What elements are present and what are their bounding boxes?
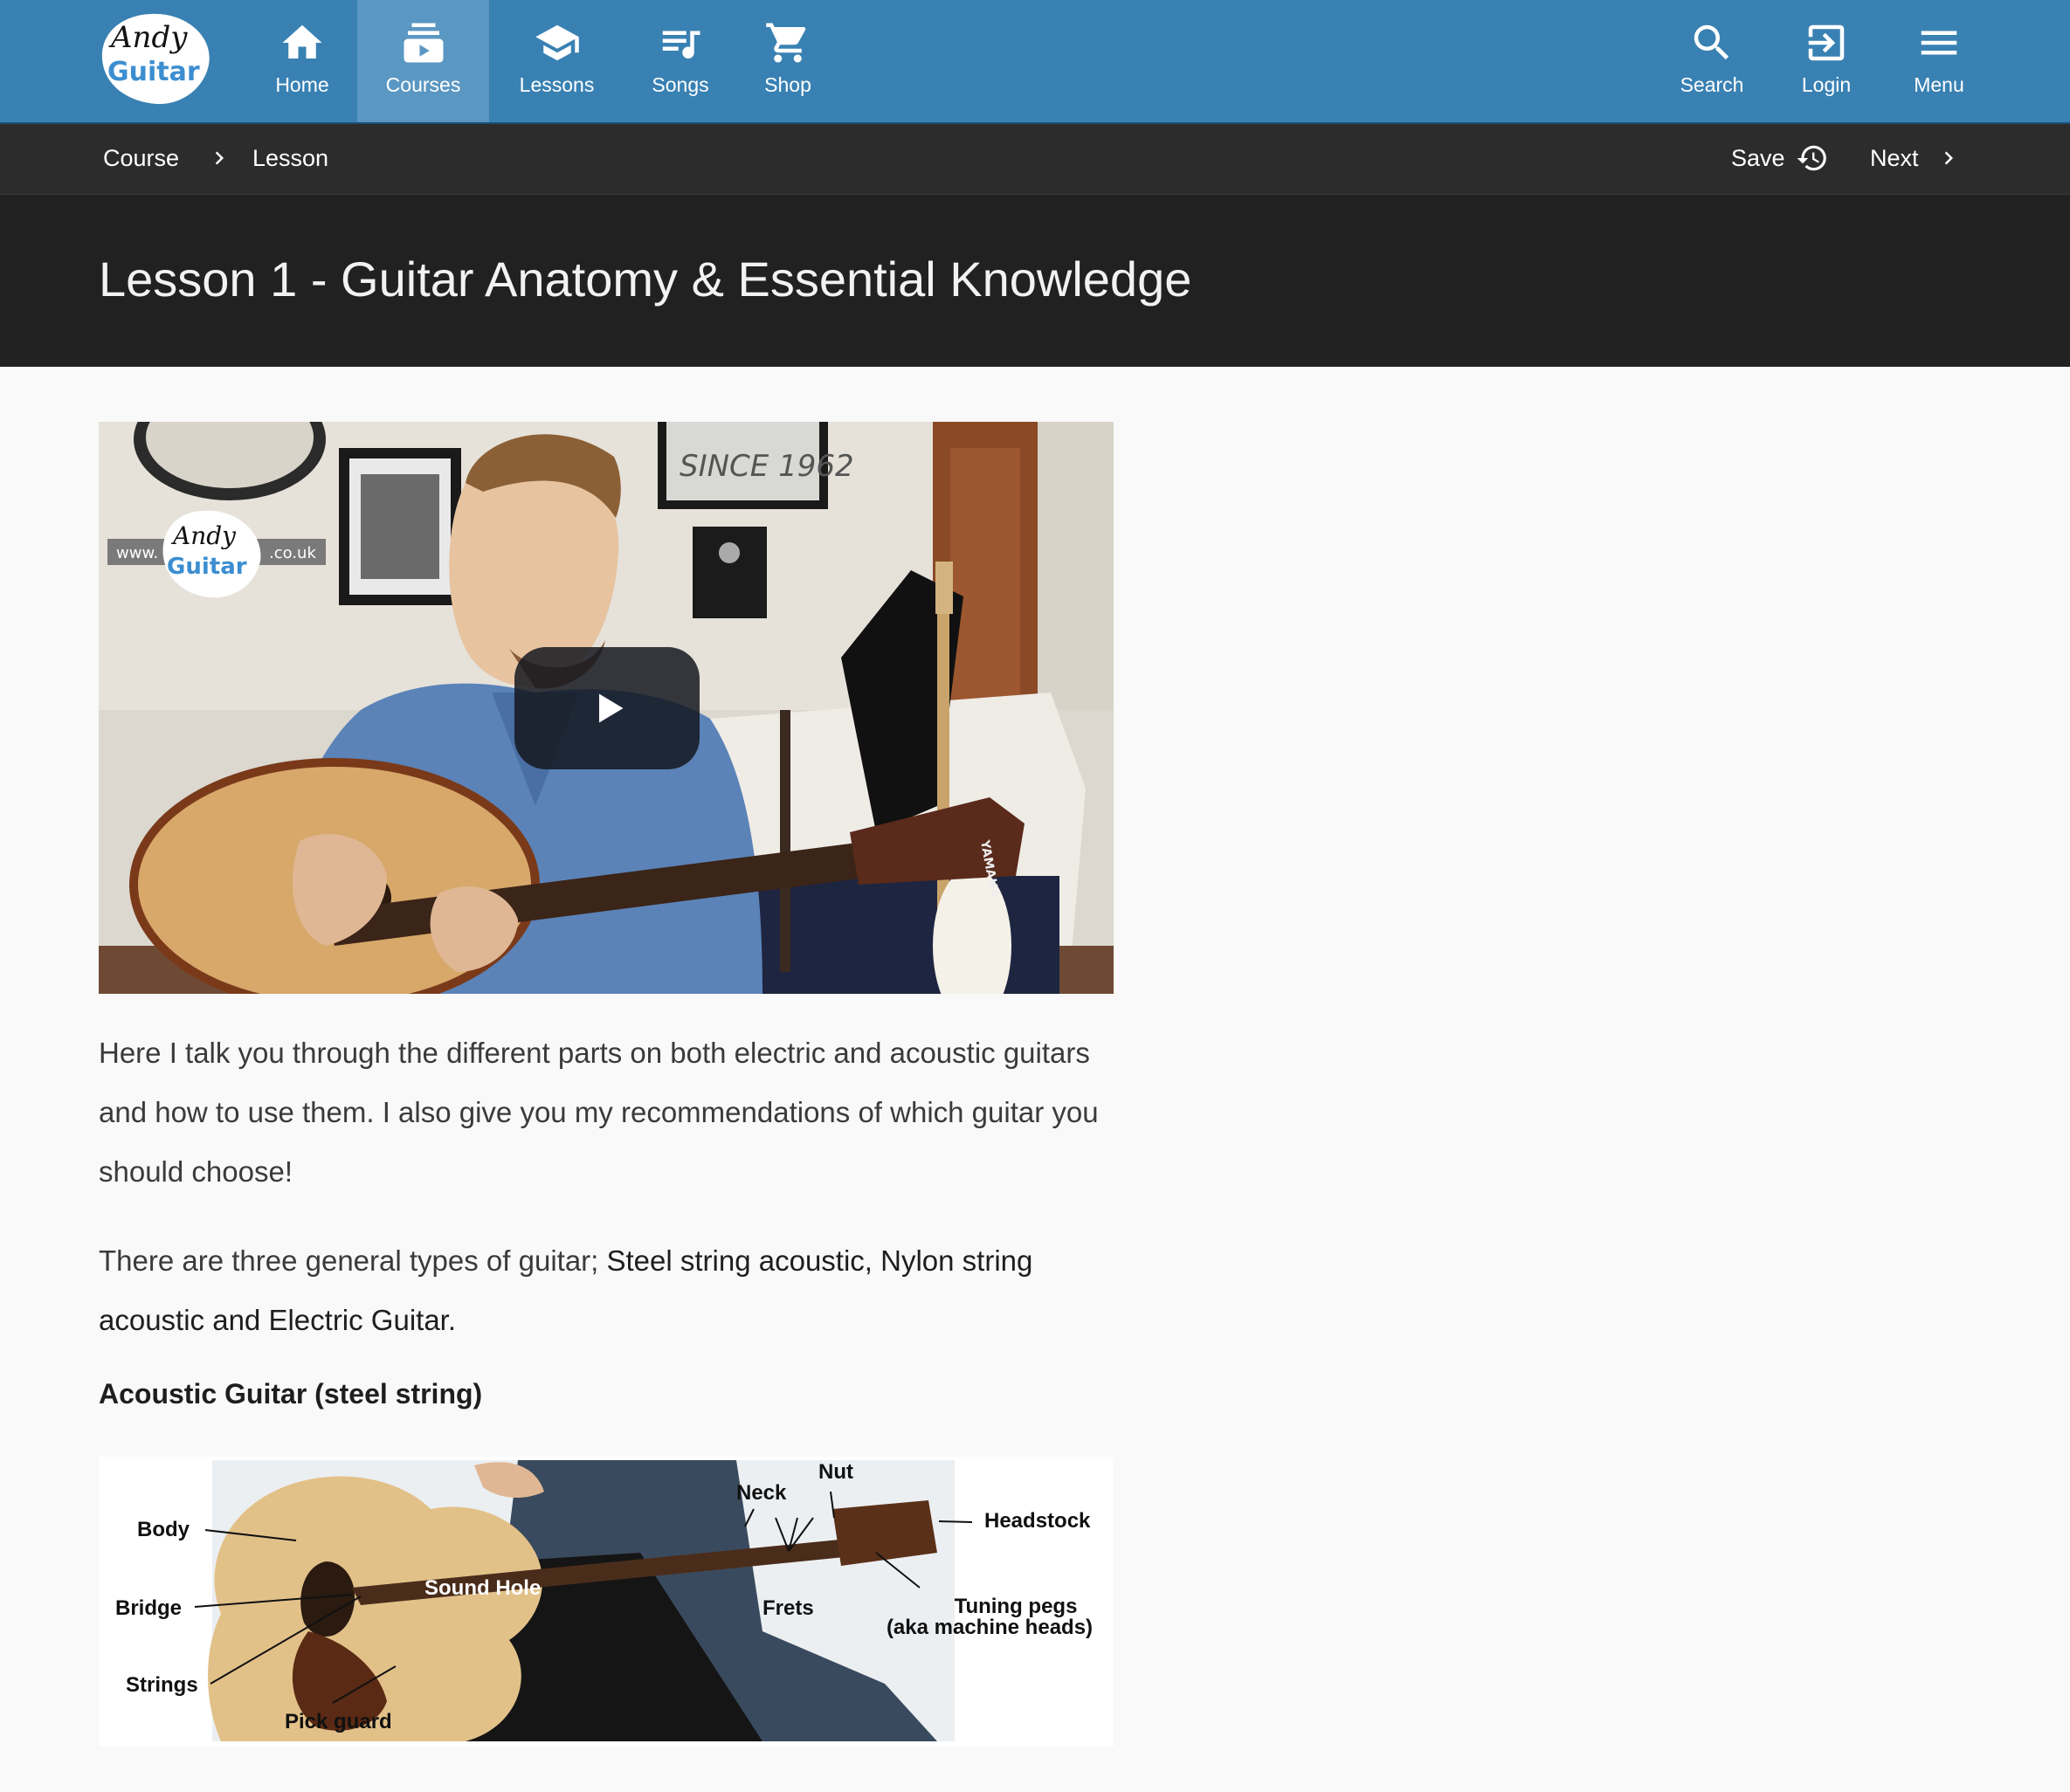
- nav-lessons-label: Lessons: [519, 73, 595, 96]
- chevron-right-icon: [215, 151, 224, 165]
- nav-login-label: Login: [1801, 73, 1852, 96]
- menu-icon: [1921, 31, 1957, 55]
- svg-text:Guitar: Guitar: [167, 554, 247, 580]
- svg-text:Andy: Andy: [108, 20, 188, 55]
- section-heading: Acoustic Guitar (steel string): [99, 1378, 483, 1409]
- nav-search-label: Search: [1680, 73, 1744, 96]
- nav-home-label: Home: [275, 73, 329, 96]
- nav-courses-label: Courses: [385, 73, 461, 96]
- title-bar: Lesson 1 - Guitar Anatomy & Essential Kn…: [0, 194, 2070, 367]
- play-icon: [599, 693, 624, 723]
- nav-login[interactable]: Login: [1792, 0, 1860, 122]
- breadcrumb: Course Lesson Save Next: [0, 122, 2070, 194]
- label-pick-guard: Pick guard: [285, 1710, 392, 1733]
- save-label: Save: [1731, 145, 1785, 171]
- svg-text:SINCE 1962: SINCE 1962: [680, 449, 854, 484]
- nav-shop[interactable]: Shop: [751, 0, 825, 122]
- label-nut: Nut: [818, 1460, 853, 1484]
- lesson-video[interactable]: SINCE 1962 YAMAHA www. .co.uk Andy Guita…: [99, 422, 1114, 994]
- history-icon: [1797, 145, 1826, 171]
- label-tuning-pegs: Tuning pegs: [954, 1595, 1078, 1618]
- label-frets: Frets: [762, 1596, 814, 1620]
- next-label: Next: [1870, 145, 1919, 171]
- nav-songs[interactable]: Songs: [642, 0, 719, 122]
- svg-text:Guitar: Guitar: [107, 57, 200, 87]
- search-icon: [1694, 24, 1729, 60]
- label-headstock: Headstock: [984, 1509, 1091, 1533]
- nav-lessons[interactable]: Lessons: [510, 0, 604, 122]
- nav-menu-label: Menu: [1914, 73, 1964, 96]
- nav-home[interactable]: Home: [262, 0, 342, 122]
- label-strings: Strings: [126, 1673, 198, 1697]
- nav-menu[interactable]: Menu: [1897, 0, 1981, 122]
- guitar-types-paragraph: There are three general types of guitar;…: [99, 1231, 1112, 1350]
- courses-icon: [404, 23, 443, 63]
- songs-icon: [662, 31, 700, 59]
- label-neck: Neck: [736, 1481, 787, 1505]
- page-title: Lesson 1 - Guitar Anatomy & Essential Kn…: [99, 252, 1192, 307]
- label-body: Body: [137, 1518, 190, 1541]
- chevron-right-icon: [1944, 151, 1953, 165]
- login-icon: [1808, 24, 1845, 61]
- label-bridge: Bridge: [115, 1596, 183, 1620]
- svg-text:www.: www.: [116, 544, 158, 562]
- next-button[interactable]: Next: [1870, 124, 1957, 194]
- lesson-description: Here I talk you through the different pa…: [99, 1037, 1099, 1188]
- nav-shop-label: Shop: [764, 73, 811, 96]
- play-button[interactable]: [514, 647, 700, 769]
- top-nav: Andy Guitar Home Courses Lessons Songs S…: [0, 0, 2070, 122]
- cart-icon: [766, 23, 806, 63]
- nav-courses[interactable]: Courses: [357, 0, 489, 122]
- label-sound-hole: Sound Hole: [424, 1576, 542, 1600]
- lessons-icon: [535, 24, 579, 61]
- nav-songs-label: Songs: [652, 73, 709, 96]
- breadcrumb-lesson[interactable]: Lesson: [252, 145, 328, 172]
- label-machine-heads: (aka machine heads): [886, 1616, 1094, 1639]
- guitar-types-intro: There are three general types of guitar;: [99, 1244, 607, 1277]
- nav-search[interactable]: Search: [1672, 0, 1752, 122]
- breadcrumb-course[interactable]: Course: [103, 145, 179, 172]
- andy-guitar-logo[interactable]: Andy Guitar: [99, 10, 212, 107]
- svg-text:Andy: Andy: [170, 521, 237, 550]
- save-button[interactable]: Save: [1731, 124, 1829, 194]
- svg-text:.co.uk: .co.uk: [269, 544, 316, 562]
- acoustic-guitar-diagram: Body Bridge Strings Pick guard Sound Hol…: [99, 1457, 1114, 1747]
- home-icon: [282, 24, 322, 59]
